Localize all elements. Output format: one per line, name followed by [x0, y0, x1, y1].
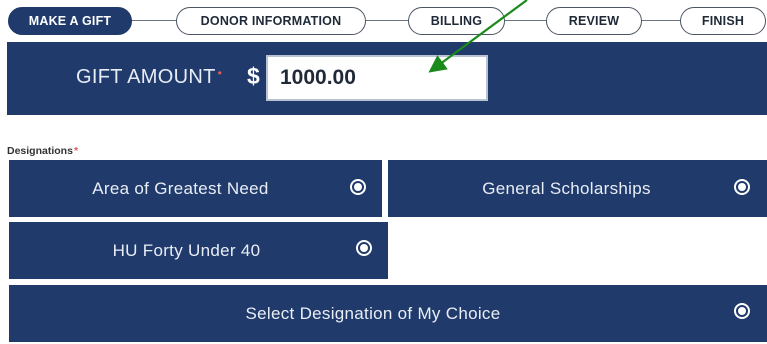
radio-button-icon[interactable]: [356, 240, 372, 256]
designation-option-general-scholarships[interactable]: General Scholarships: [388, 160, 767, 217]
step-review[interactable]: REVIEW: [546, 7, 642, 35]
designation-option-label: General Scholarships: [482, 178, 651, 198]
radio-button-icon[interactable]: [734, 179, 750, 195]
designation-option-label: Area of Greatest Need: [92, 178, 269, 198]
designation-option-label: HU Forty Under 40: [112, 240, 261, 260]
step-make-a-gift[interactable]: MAKE A GIFT: [8, 7, 132, 35]
designation-option-my-choice[interactable]: Select Designation of My Choice: [9, 285, 767, 342]
currency-symbol: $: [247, 63, 260, 89]
checkout-steps: MAKE A GIFT DONOR INFORMATION BILLING RE…: [0, 0, 767, 40]
step-finish[interactable]: FINISH: [680, 7, 766, 35]
gift-form-page: MAKE A GIFT DONOR INFORMATION BILLING RE…: [0, 0, 767, 344]
gift-amount-label: GIFT AMOUNT •: [76, 66, 222, 89]
designation-option-greatest-need[interactable]: Area of Greatest Need: [9, 160, 382, 217]
designations-required-indicator: *: [73, 145, 79, 157]
gift-amount-label-text: GIFT AMOUNT: [76, 66, 216, 88]
radio-button-icon[interactable]: [734, 303, 750, 319]
designations-label-text: Designations: [7, 145, 73, 157]
designation-option-hu-forty-under-40[interactable]: HU Forty Under 40: [9, 222, 388, 279]
step-billing[interactable]: BILLING: [408, 7, 505, 35]
designations-label: Designations*: [7, 145, 78, 157]
required-indicator: •: [217, 66, 223, 80]
gift-amount-section: GIFT AMOUNT • $: [7, 42, 767, 115]
radio-button-icon[interactable]: [350, 179, 366, 195]
step-donor-information[interactable]: DONOR INFORMATION: [176, 7, 366, 35]
designation-option-label: Select Designation of My Choice: [245, 303, 501, 323]
gift-amount-input[interactable]: [266, 55, 488, 101]
